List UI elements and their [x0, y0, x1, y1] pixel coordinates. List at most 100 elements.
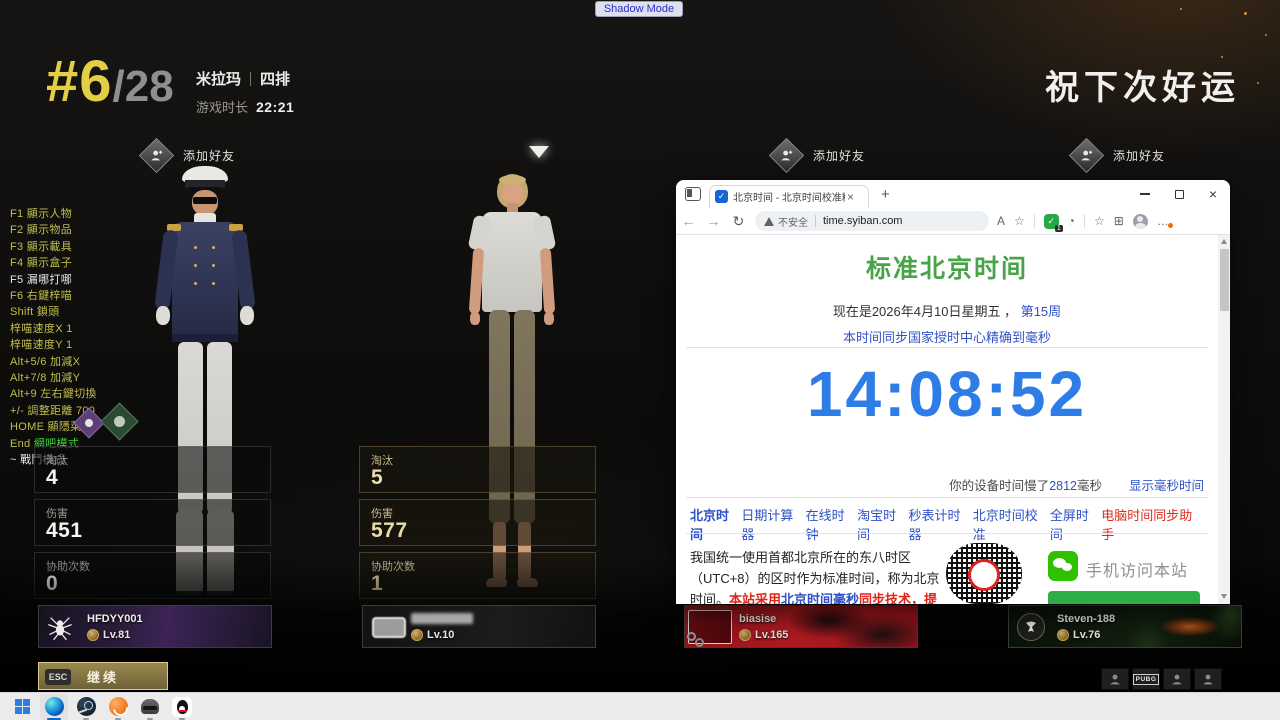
stat-value: 577 — [371, 519, 408, 543]
hotkey-line: Alt+9 左右鍵切換 — [10, 386, 97, 402]
hotkey-line: 梓喵速度X 1 — [10, 321, 97, 337]
page-title: 标准北京时间 — [676, 249, 1218, 285]
spray-emote-glyph — [85, 419, 93, 427]
eagle-avatar-icon — [1017, 613, 1045, 641]
address-divider — [815, 215, 816, 227]
wechat-icon — [1048, 551, 1078, 581]
spark-dot — [1221, 56, 1223, 58]
stat-value: 5 — [371, 466, 383, 490]
new-tab-button[interactable]: + — [881, 186, 890, 203]
duration-value: 22:21 — [256, 99, 294, 115]
wechat-label: 手机访问本站 — [1086, 557, 1188, 581]
add-friend-button-2[interactable]: 添加好友 — [768, 138, 865, 172]
blurred-player-name — [411, 613, 473, 624]
level-badge-icon — [411, 629, 423, 641]
show-ms-link[interactable]: 显示毫秒时间 — [1129, 479, 1204, 493]
divider — [686, 533, 1208, 534]
security-label: 不安全 — [778, 214, 808, 229]
nav-link[interactable]: 淘宝时间 — [857, 505, 908, 543]
player-card-3[interactable]: biasise Lv.165 — [684, 605, 918, 648]
scroll-up-arrow[interactable] — [1221, 239, 1227, 244]
person-plus-icon — [769, 137, 804, 172]
stat-value: 4 — [46, 466, 58, 490]
duration-label: 游戏时长 — [196, 97, 248, 116]
spark-dot — [1180, 8, 1182, 10]
favorites-list-icon[interactable]: ☆ — [1094, 214, 1105, 228]
toolbar-separator — [1034, 214, 1035, 228]
address-bar[interactable]: 不安全 time.syiban.com — [755, 211, 989, 231]
nav-link[interactable]: 在线时钟 — [806, 505, 857, 543]
browser-essentials-icon[interactable]: ◔ — [1068, 214, 1075, 228]
taskbar-launcher[interactable] — [104, 694, 132, 720]
maximize-button[interactable] — [1162, 180, 1196, 208]
refresh-button[interactable]: ↻ — [726, 213, 751, 230]
close-button[interactable]: × — [1196, 180, 1230, 208]
esc-key-hint: ESC — [45, 669, 71, 685]
offset-ms-value: 2812 — [1049, 479, 1077, 493]
week-link[interactable]: 第15周 — [1021, 304, 1061, 319]
tab-close-icon[interactable]: × — [847, 190, 854, 204]
squad-member-tile-pubg[interactable]: PUBG — [1132, 668, 1160, 690]
nav-link[interactable]: 日期计算器 — [741, 505, 805, 543]
continue-button[interactable]: ESC 继续 — [38, 662, 168, 690]
map-name: 米拉玛 — [196, 68, 241, 89]
player-card-4[interactable]: Steven-188 Lv.76 — [1008, 605, 1242, 648]
squad-member-tile[interactable] — [1101, 668, 1129, 690]
minimize-button[interactable] — [1128, 180, 1162, 208]
match-rank: #6 /28 — [46, 48, 174, 115]
player-name: Steven-188 — [1057, 613, 1115, 625]
divider — [686, 497, 1208, 498]
spark-dot — [1257, 82, 1259, 84]
shadow-mode-badge: Shadow Mode — [595, 1, 683, 17]
divider — [686, 347, 1208, 348]
nav-link[interactable]: 秒表计时器 — [908, 505, 972, 543]
squad-member-tile[interactable] — [1163, 668, 1191, 690]
favorite-star-icon[interactable]: ☆ — [1014, 214, 1025, 228]
player-card-2[interactable]: Lv.10 — [362, 605, 596, 648]
taskbar-edge[interactable] — [40, 694, 68, 720]
match-meta: 米拉玛 四排 游戏时长 22:21 — [196, 68, 294, 116]
profile-avatar-icon[interactable] — [1133, 214, 1148, 229]
page-nav-links: 北京时间 日期计算器 在线时钟 淘宝时间 秒表计时器 北京时间校准 全屏时间 电… — [676, 505, 1218, 543]
hotkey-line: F5 漏哪打哪 — [10, 272, 97, 288]
scrollbar-thumb[interactable] — [1220, 249, 1229, 311]
edge-icon — [45, 697, 64, 716]
taskbar-pubg[interactable] — [136, 694, 164, 720]
scroll-down-arrow[interactable] — [1221, 594, 1227, 599]
nav-link[interactable]: 北京时间校准 — [973, 505, 1050, 543]
hotkey-line: Shift 鎖頭 — [10, 304, 97, 320]
taskbar-qq[interactable] — [168, 694, 196, 720]
rank-total: /28 — [113, 62, 174, 112]
green-action-button[interactable] — [1048, 591, 1200, 604]
start-button[interactable] — [8, 694, 36, 720]
add-friend-button-3[interactable]: 添加好友 — [1068, 138, 1165, 172]
beijing-clock: 14:08:52 — [676, 357, 1218, 431]
player-level: Lv.165 — [755, 629, 788, 641]
nav-link[interactable]: 全屏时间 — [1050, 505, 1101, 543]
nav-link[interactable]: 北京时间 — [690, 505, 741, 543]
settings-more-icon[interactable]: … — [1157, 214, 1169, 228]
nav-link[interactable]: 电脑时间同步助手 — [1101, 505, 1204, 543]
stat-panel-eliminations-p1: 淘汰 4 — [34, 446, 271, 493]
player-card-1[interactable]: HFDYY001 Lv.81 — [38, 605, 272, 648]
hotkey-line: F1 顯示人物 — [10, 206, 97, 222]
page-scrollbar[interactable] — [1218, 235, 1230, 604]
back-button[interactable]: ← — [676, 213, 701, 229]
taskbar-steam[interactable] — [72, 694, 100, 720]
squad-member-tile[interactable] — [1194, 668, 1222, 690]
browser-tab[interactable]: ✓ 北京时间 - 北京时间校准精确到 × — [709, 185, 869, 208]
collections-icon[interactable]: ⊞ — [1114, 214, 1124, 228]
device-offset-line: 你的设备时间慢了2812毫秒 显示毫秒时间 — [949, 475, 1204, 494]
forward-button[interactable]: → — [701, 213, 726, 229]
tab-title: 北京时间 - 北京时间校准精确到 — [733, 189, 845, 204]
read-aloud-icon[interactable]: A — [997, 214, 1005, 228]
stat-panel-damage-p1: 伤害 451 — [34, 499, 271, 546]
running-indicator — [147, 718, 153, 720]
sync-link[interactable]: 本时间同步国家授时中心精确到毫秒 — [676, 327, 1218, 346]
steam-icon — [77, 697, 96, 716]
tab-actions-icon[interactable] — [685, 187, 701, 201]
windows-logo-icon — [15, 699, 30, 714]
add-friend-label: 添加好友 — [1113, 147, 1165, 164]
extension-icon[interactable]: ✓1 — [1044, 214, 1059, 229]
spark-dot — [1244, 12, 1247, 15]
